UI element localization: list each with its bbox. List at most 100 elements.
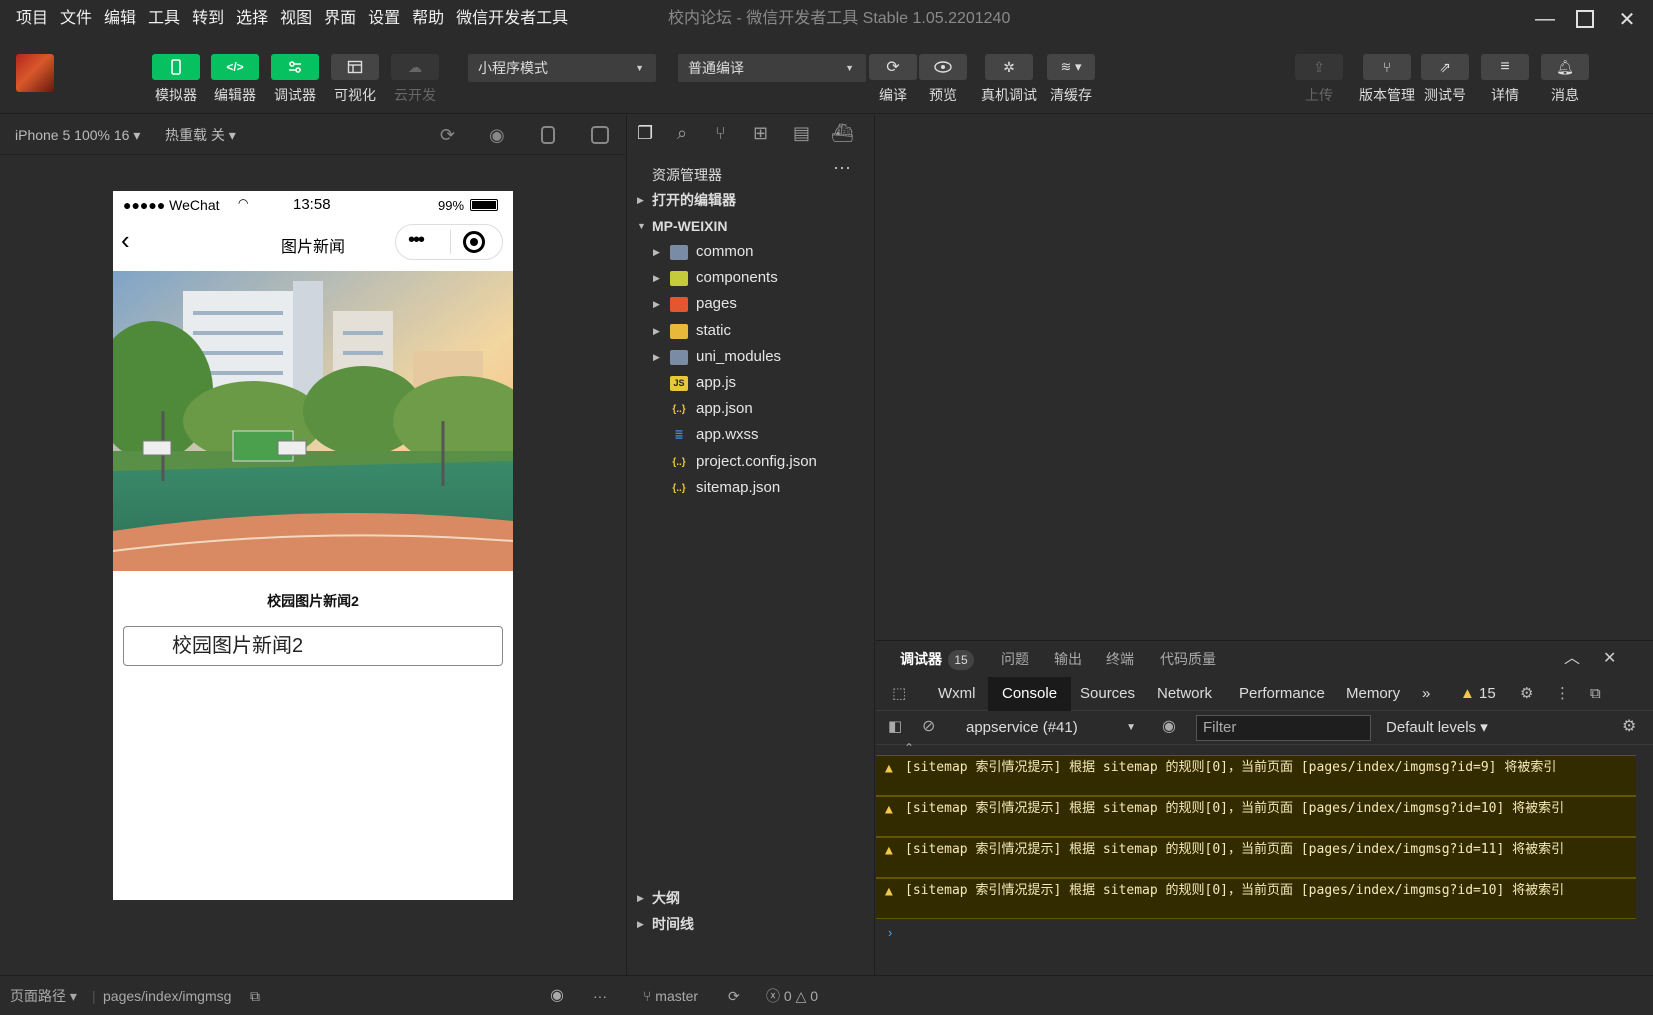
menu-project[interactable]: 项目 [0, 0, 54, 38]
menu-help[interactable]: 帮助 [406, 0, 450, 38]
simulator-button[interactable]: 模拟器 [152, 54, 200, 105]
inspect-element-icon[interactable]: ⬚ [878, 677, 920, 711]
device-icon[interactable] [541, 126, 555, 144]
outline-section[interactable]: ▶ 大纲 [627, 885, 876, 911]
live-expression-eye-icon[interactable]: ◉ [1162, 716, 1176, 736]
details-button[interactable]: ≡ 详情 [1481, 54, 1529, 105]
json-file-icon: {..} [672, 404, 686, 416]
git-branch[interactable]: ⑂ master [643, 976, 698, 1015]
upload-button[interactable]: ⇪ 上传 [1295, 54, 1343, 105]
tree-item[interactable]: JS app.js [627, 370, 876, 396]
tab-terminal[interactable]: 终端 [1106, 641, 1134, 677]
problems-counter[interactable]: ⓧ 0 △ 0 [766, 976, 818, 1015]
device-select[interactable]: iPhone 5 100% 16 ▾ [15, 115, 140, 155]
chevron-down-icon: ▼ [637, 221, 646, 231]
tab-problems[interactable]: 问题 [1001, 641, 1029, 677]
maximize-button[interactable] [1565, 0, 1605, 38]
record-icon[interactable]: ◉ [489, 115, 505, 155]
storage-icon[interactable]: ▤ [793, 123, 810, 144]
close-window-button[interactable]: ✕ [1607, 0, 1647, 38]
version-control-button[interactable]: ⑂ 版本管理 [1359, 54, 1415, 105]
mode-select[interactable]: 小程序模式 ▼ [468, 54, 656, 82]
menu-interface[interactable]: 界面 [318, 0, 362, 38]
sync-icon[interactable]: ⟳ [728, 976, 740, 1015]
sidebar-toggle-icon[interactable]: ◧ [888, 717, 902, 735]
upload-icon: ⇪ [1313, 58, 1325, 75]
search-icon[interactable]: ⌕ [677, 123, 687, 144]
project-section[interactable]: ▼ MP-WEIXIN [627, 213, 876, 239]
page-path-select[interactable]: 页面路径 ▾ [10, 976, 77, 1015]
menu-goto[interactable]: 转到 [186, 0, 230, 38]
folder-icon [670, 349, 688, 365]
more-icon[interactable]: ··· [593, 976, 607, 1015]
tree-item[interactable]: ▶ pages [627, 291, 876, 317]
tree-item[interactable]: ▶ common [627, 239, 876, 265]
close-panel-icon[interactable]: ✕ [1603, 641, 1616, 677]
hot-reload-select[interactable]: 热重载 关 ▾ [165, 115, 236, 155]
open-editors-section[interactable]: ▶ 打开的编辑器 [627, 187, 876, 213]
tab-code-quality[interactable]: 代码质量 [1160, 641, 1216, 677]
window-icon[interactable] [591, 126, 609, 144]
debugger-button[interactable]: 调试器 [271, 54, 319, 105]
menu-select[interactable]: 选择 [230, 0, 274, 38]
rotate-icon[interactable]: ⟳ [440, 115, 455, 155]
eye-icon[interactable]: ◉ [550, 976, 564, 1015]
warnings-counter[interactable]: ▲ 15 [1446, 677, 1510, 711]
avatar[interactable] [16, 54, 54, 92]
close-mini-program-icon[interactable] [463, 231, 485, 253]
tree-item[interactable]: {..} project.config.json [627, 449, 876, 475]
tab-network[interactable]: Network [1143, 677, 1226, 711]
tree-item-label: pages [696, 295, 737, 313]
menu-view[interactable]: 视图 [274, 0, 318, 38]
docker-icon[interactable]: ⛴ [831, 123, 854, 144]
console-prompt-icon[interactable]: › [888, 925, 892, 940]
tree-item[interactable]: {..} sitemap.json [627, 475, 876, 501]
editor-button[interactable]: </> 编辑器 [211, 54, 259, 105]
tab-output[interactable]: 输出 [1054, 641, 1082, 677]
tab-debugger[interactable]: 调试器 [900, 641, 942, 677]
tree-item[interactable]: ▶ uni_modules [627, 344, 876, 370]
console-output: ⌃ ▲ [sitemap 索引情况提示] 根据 sitemap 的规则[0]，当… [876, 741, 1636, 976]
more-tabs-icon[interactable]: » [1408, 677, 1444, 711]
tab-wxml[interactable]: Wxml [924, 677, 990, 711]
minimize-icon: — [1535, 7, 1555, 30]
files-icon[interactable]: ❐ [637, 123, 653, 144]
messages-button[interactable]: 🔔︎ 消息 [1541, 54, 1589, 105]
tab-memory[interactable]: Memory [1332, 677, 1414, 711]
collapse-panel-icon[interactable]: ︿ [1564, 641, 1580, 677]
tab-performance[interactable]: Performance [1225, 677, 1339, 711]
menu-file[interactable]: 文件 [54, 0, 98, 38]
debugger-count-badge: 15 [948, 650, 974, 670]
tree-item[interactable]: ▶ components [627, 265, 876, 291]
tree-item[interactable]: ≣ app.wxss [627, 422, 876, 448]
test-account-button[interactable]: ⇗ 测试号 [1421, 54, 1469, 105]
menu-edit[interactable]: 编辑 [98, 0, 142, 38]
cloud-dev-button[interactable]: ☁ 云开发 [391, 54, 439, 105]
source-control-icon[interactable]: ⑂ [715, 123, 726, 144]
compile-mode-select[interactable]: 普通编译 ▼ [678, 54, 866, 82]
clear-cache-button[interactable]: ≋ ▾ 清缓存 [1047, 54, 1095, 105]
tab-sources[interactable]: Sources [1066, 677, 1149, 711]
preview-button[interactable]: 预览 [919, 54, 967, 105]
clear-console-icon[interactable]: ⊘ [922, 716, 935, 736]
timeline-section[interactable]: ▶ 时间线 [627, 911, 876, 937]
more-actions-icon[interactable]: ··· [833, 157, 851, 178]
copy-icon[interactable]: ⧉ [250, 976, 260, 1015]
console-settings-icon[interactable]: ⚙ [1622, 716, 1636, 736]
extensions-icon[interactable]: ⊞ [753, 123, 768, 144]
tab-console[interactable]: Console [988, 677, 1072, 711]
console-filter-input[interactable]: Filter [1196, 715, 1371, 741]
real-device-debug-button[interactable]: ✲ 真机调试 [981, 54, 1037, 105]
tree-item[interactable]: {..} app.json [627, 396, 876, 422]
menu-tools[interactable]: 工具 [142, 0, 186, 38]
compile-button[interactable]: ⟳ 编译 [869, 54, 917, 105]
tree-item[interactable]: ▶ static [627, 318, 876, 344]
context-select[interactable]: appservice (#41) ▼ [966, 715, 1136, 741]
minimize-button[interactable]: — [1525, 0, 1565, 38]
menu-devtools[interactable]: 微信开发者工具 [450, 0, 574, 38]
log-levels-select[interactable]: Default levels ▾ [1386, 715, 1488, 741]
more-icon[interactable]: ••• [408, 229, 425, 252]
menu-settings[interactable]: 设置 [362, 0, 406, 38]
visual-button[interactable]: 可视化 [331, 54, 379, 105]
dock-side-icon[interactable]: ⧉ [1576, 677, 1615, 711]
